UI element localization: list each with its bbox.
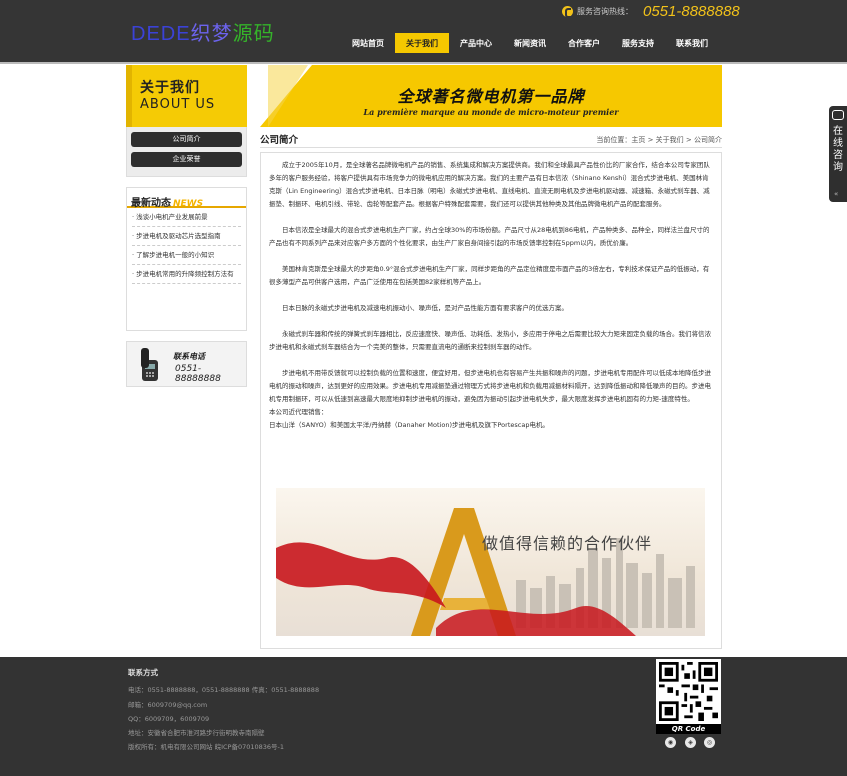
logo-text-yuanma: 源码	[232, 21, 275, 45]
telephone-icon	[141, 348, 158, 381]
weibo-icon[interactable]: ◈	[685, 737, 696, 748]
sub-menu-company-profile[interactable]: 公司简介	[131, 132, 242, 147]
news-list-item[interactable]: 步进电机常用的升降频控制方法有	[132, 265, 241, 284]
news-list-item[interactable]: 了解步进电机一般的小知识	[132, 246, 241, 265]
nav-item-clients[interactable]: 合作客户	[557, 33, 611, 53]
news-panel: 最新动态NEWS 浅谈小电机产业发展前景 步进电机及驱动芯片选型指南 了解步进电…	[126, 187, 247, 331]
header-divider	[0, 62, 847, 64]
nav-item-products[interactable]: 产品中心	[449, 33, 503, 53]
nav-item-about[interactable]: 关于我们	[395, 33, 449, 53]
partner-illustration	[276, 508, 695, 636]
logo-text-dede: DEDE	[131, 23, 191, 45]
contact-number: 0551-88888888	[175, 364, 221, 384]
nav-item-support[interactable]: 服务支持	[611, 33, 665, 53]
content-header: 公司简介 当前位置：主页 > 关于我们 > 公司简介	[260, 131, 722, 148]
about-title-cn: 关于我们	[140, 80, 200, 96]
chat-bubble-icon	[832, 110, 844, 120]
footer-copyright: 版权所有：机电有限公司网站 皖ICP备07010836号-1	[128, 743, 285, 751]
article-paragraph: 本公司近代理销售：	[269, 408, 328, 416]
page-title: 公司简介	[260, 135, 299, 146]
hotline: 服务咨询热线： 0551-8888888	[562, 2, 740, 20]
article-paragraph: 日本山洋（SANYO）和美国太平洋/丹纳赫（Danaher Motion)步进电…	[269, 421, 549, 429]
footer: 联系方式 电话：0551-8888888，0551-8888888 传真：055…	[0, 657, 847, 776]
article-paragraph: 步进电机不用带反馈就可以控制负载的位置和速度，便宜好用，但步进电机也有容易产生共…	[269, 369, 711, 403]
nav-item-news[interactable]: 新闻资讯	[503, 33, 557, 53]
sub-menu-honors[interactable]: 企业荣誉	[131, 152, 242, 167]
about-us-banner: 关于我们 ABOUT US	[126, 65, 247, 127]
footer-address: 地址：安徽省合肥市淮河路步行街明教寺南隔壁	[128, 729, 265, 737]
header: DEDE织梦源码 服务咨询热线： 0551-8888888 网站首页 关于我们 …	[0, 0, 847, 62]
banner-title: 全球著名微电机第一品牌	[397, 87, 585, 106]
sub-menu: 公司简介 企业荣誉	[126, 127, 247, 177]
online-consult-label: 在线咨询	[833, 126, 843, 173]
article-paragraph: 日本日脉的永磁式步进电机及减速电机振动小、噪声低，是对产品性能方面有要求客户的优…	[282, 304, 568, 312]
banner-subtitle: La première marque au monde de micro-mot…	[363, 107, 619, 117]
qr-code-label: QR Code	[656, 724, 721, 734]
article-paragraph: 永磁式刹车器和传统的弹簧式刹车器相比，反应速度快、噪声低、功耗低、发热小，多应用…	[269, 330, 711, 351]
partner-image: 做值得信赖的合作伙伴	[276, 488, 705, 636]
logo-text-zhimeng: 织梦	[190, 21, 233, 45]
breadcrumb: 当前位置：主页 > 关于我们 > 公司简介	[596, 136, 722, 144]
main-nav: 网站首页 关于我们 产品中心 新闻资讯 合作客户 服务支持 联系我们	[341, 33, 719, 53]
qr-code	[656, 659, 721, 724]
article-paragraph: 美国林肯克斯是全球最大的步距角0.9°混合式步进电机生产厂家，同样步距角的产品定…	[269, 265, 710, 286]
news-list-item[interactable]: 浅谈小电机产业发展前景	[132, 208, 241, 227]
collapse-arrow-icon[interactable]: «	[834, 190, 838, 198]
hotline-label: 服务咨询热线：	[577, 6, 633, 16]
main-banner: 全球著名微电机第一品牌 La première marque au monde …	[260, 65, 722, 127]
footer-qq: QQ：6009709，6009709	[128, 715, 210, 723]
contact-title: 联系电话	[173, 352, 205, 361]
nav-item-home[interactable]: 网站首页	[341, 33, 395, 53]
partner-caption: 做值得信赖的合作伙伴	[482, 534, 653, 553]
page: DEDE织梦源码 服务咨询热线： 0551-8888888 网站首页 关于我们 …	[0, 0, 847, 776]
wechat-icon[interactable]: ◎	[704, 737, 715, 748]
qr-code-pattern	[659, 662, 718, 721]
article-paragraph: 日本信浓是全球最大的混合式步进电机生产厂家，约占全球30%的市场份额。产品尺寸从…	[269, 226, 710, 247]
banner-accent-bar	[126, 65, 132, 127]
hotline-number: 0551-8888888	[643, 2, 740, 20]
contact-phone-box: 联系电话 0551-88888888	[126, 341, 247, 387]
sidebar: 关于我们 ABOUT US 公司简介 企业荣誉 最新动态NEWS 浅谈小电机产业…	[126, 65, 247, 387]
footer-title: 联系方式	[128, 668, 158, 677]
about-title-en: ABOUT US	[140, 97, 216, 112]
article-paragraph: 成立于2005年10月，是全球著名品牌微电机产品的销售、系统集成和解决方案提供商…	[269, 161, 710, 208]
online-consult-float[interactable]: 在线咨询 «	[829, 106, 847, 202]
phone-icon	[562, 5, 573, 18]
news-list-item[interactable]: 步进电机及驱动芯片选型指南	[132, 227, 241, 246]
news-panel-title: 最新动态 NEWS	[127, 188, 246, 209]
footer-phone: 电话：0551-8888888，0551-8888888 传真：0551-888…	[128, 686, 320, 694]
footer-email: 邮箱：6009709@qq.com	[128, 701, 208, 709]
article-body: 成立于2005年10月，是全球著名品牌微电机产品的销售、系统集成和解决方案提供商…	[260, 152, 722, 649]
site-logo[interactable]: DEDE织梦源码	[131, 20, 275, 47]
nav-item-contact[interactable]: 联系我们	[665, 33, 719, 53]
qq-icon[interactable]: ◉	[665, 737, 676, 748]
